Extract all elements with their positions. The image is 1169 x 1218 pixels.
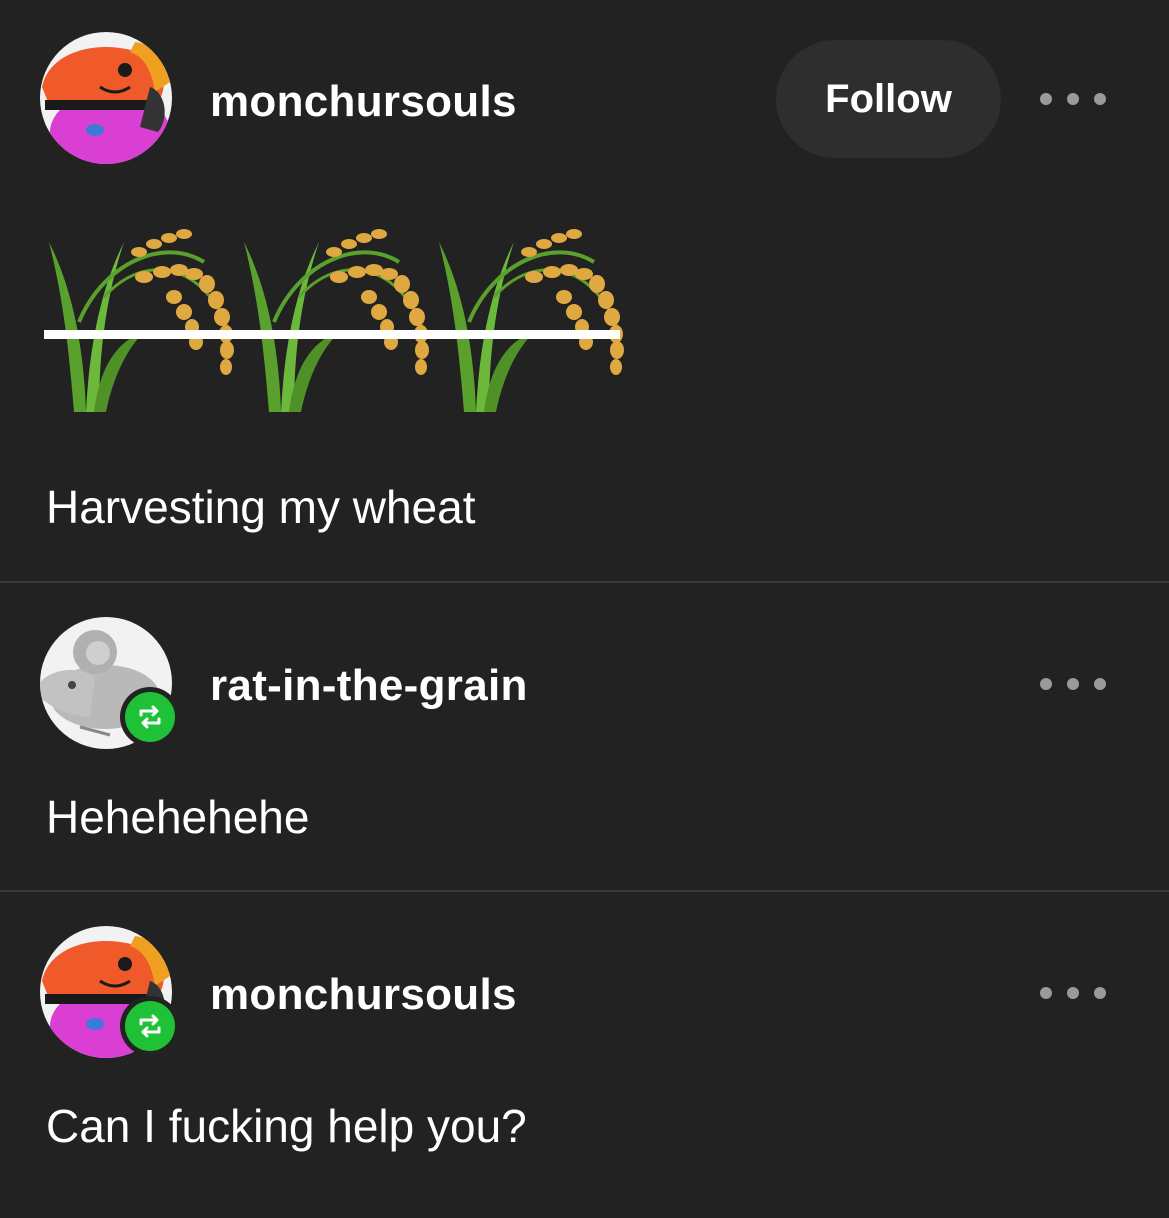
post-reblog: monchursouls Can I fucking help you? bbox=[0, 892, 1169, 1218]
reblog-badge bbox=[120, 996, 180, 1056]
post-original: monchursouls Follow Harvesting my wheat bbox=[0, 0, 1169, 582]
more-options-icon[interactable] bbox=[1040, 978, 1106, 1008]
rice-stalk-icon bbox=[44, 227, 626, 414]
more-options-icon[interactable] bbox=[1040, 669, 1106, 699]
username[interactable]: rat-in-the-grain bbox=[210, 661, 528, 711]
username[interactable]: monchursouls bbox=[210, 77, 517, 127]
more-options-icon[interactable] bbox=[1040, 84, 1106, 114]
reblog-icon bbox=[139, 705, 161, 729]
avatar[interactable] bbox=[40, 926, 180, 1060]
avatar[interactable] bbox=[40, 617, 180, 751]
post-reblog: rat-in-the-grain Hehehehehe bbox=[0, 583, 1169, 891]
reblog-badge bbox=[120, 687, 180, 747]
reblog-icon bbox=[139, 1014, 161, 1038]
strikethrough-line bbox=[44, 330, 620, 339]
post-text: Harvesting my wheat bbox=[46, 481, 476, 533]
follow-button[interactable]: Follow bbox=[776, 40, 1001, 158]
isopod-character-avatar-icon bbox=[42, 42, 170, 164]
username[interactable]: monchursouls bbox=[210, 970, 517, 1020]
avatar[interactable] bbox=[40, 32, 174, 166]
post-text: Can I fucking help you? bbox=[46, 1100, 527, 1152]
rice-emoji-row bbox=[44, 222, 626, 417]
post-text: Hehehehehe bbox=[46, 791, 310, 843]
